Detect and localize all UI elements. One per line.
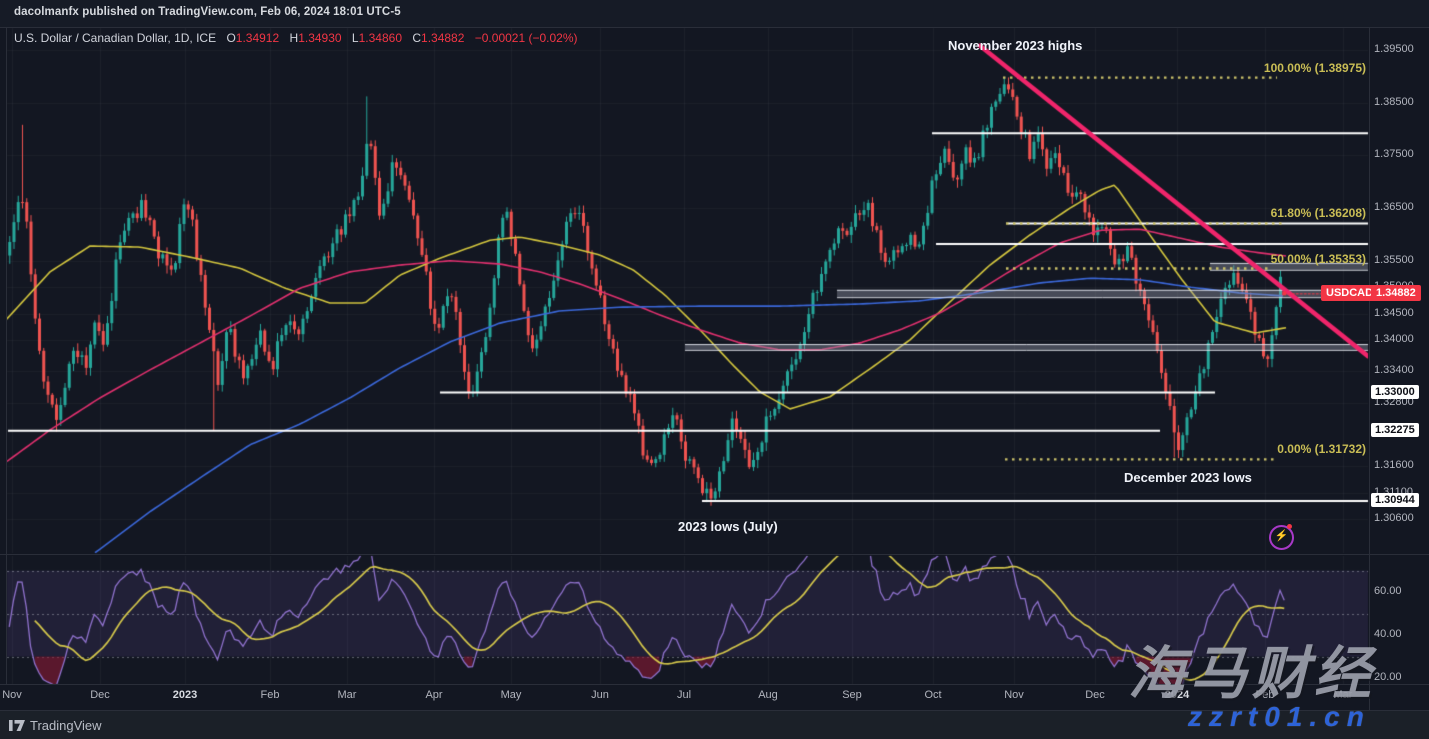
high-label: H [290,31,299,45]
price-axis-label: 1.34500 [1374,307,1414,319]
low-label: L [352,31,359,45]
time-axis-month-label: Aug [758,689,778,701]
fib-level-label: 61.80% (1.36208) [1000,206,1366,220]
time-axis-month-label: Dec [1085,689,1105,701]
lightning-red-dot [1287,524,1292,529]
tradingview-brand-link[interactable]: TradingView [30,718,102,733]
publish-text: dacolmanfx published on TradingView.com,… [14,6,401,18]
symbol-legend: U.S. Dollar / Canadian Dollar, 1D, ICE O… [14,31,578,45]
price-axis-label: 1.33400 [1374,364,1414,376]
price-axis-label: 1.31600 [1374,459,1414,471]
last-price-symbol-badge: USDCAD [1321,285,1378,301]
price-axis-label: 1.38500 [1374,96,1414,108]
fib-level-label: 50.00% (1.35353) [1000,252,1366,266]
watermark-cn: 海马财经 [1128,628,1428,710]
time-axis-month-label: Feb [261,689,280,701]
time-axis-year-label: 2023 [173,689,197,701]
symbol-title: U.S. Dollar / Canadian Dollar, 1D, ICE [14,31,216,45]
annotation-november-2023-highs: November 2023 highs [948,38,1082,53]
price-axis-label: 1.34000 [1374,333,1414,345]
open-value: 1.34912 [236,31,279,45]
fib-level-label: 100.00% (1.38975) [1000,61,1366,75]
close-label: C [412,31,421,45]
open-label: O [226,31,235,45]
annotation-december-2023-lows: December 2023 lows [1124,470,1252,485]
time-axis-month-label: Dec [90,689,110,701]
price-line-badge: 1.33000 [1371,385,1419,399]
price-axis-label: 1.37500 [1374,148,1414,160]
watermark-url: zzrt01.cn [1188,701,1371,733]
time-axis-month-label: Jun [591,689,609,701]
price-axis-label: 1.36500 [1374,201,1414,213]
pane-separator[interactable] [0,554,1429,555]
time-axis-month-label: Oct [924,689,941,701]
price-axis-label: 1.35500 [1374,254,1414,266]
time-axis-month-label: May [501,689,522,701]
time-axis-month-label: Apr [425,689,442,701]
price-line-badge: 1.32275 [1371,423,1419,437]
rsi-axis-label: 60.00 [1374,585,1402,597]
time-axis-month-label: Nov [1004,689,1024,701]
pane-left-border [6,28,7,684]
time-axis-month-label: Nov [2,689,22,701]
high-value: 1.34930 [298,31,341,45]
price-axis-label: 1.30600 [1374,512,1414,524]
change-value: −0.00021 (−0.02%) [475,31,578,45]
publish-bar: dacolmanfx published on TradingView.com,… [0,0,1429,28]
fib-level-label: 0.00% (1.31732) [1000,442,1366,456]
lightning-bolt-glyph: ⚡ [1275,530,1289,542]
time-axis-month-label: Mar [338,689,357,701]
price-scale-border [1369,28,1370,710]
price-axis-label: 1.39500 [1374,43,1414,55]
price-line-badge: 1.30944 [1371,493,1419,507]
last-price-value-badge: 1.34882 [1371,285,1421,301]
time-axis-month-label: Jul [677,689,691,701]
tradingview-logo-icon[interactable] [9,718,26,733]
close-value: 1.34882 [421,31,464,45]
annotation-2023-lows-july: 2023 lows (July) [678,519,778,534]
time-axis-month-label: Sep [842,689,862,701]
low-value: 1.34860 [359,31,402,45]
tradingview-snapshot: dacolmanfx published on TradingView.com,… [0,0,1429,739]
